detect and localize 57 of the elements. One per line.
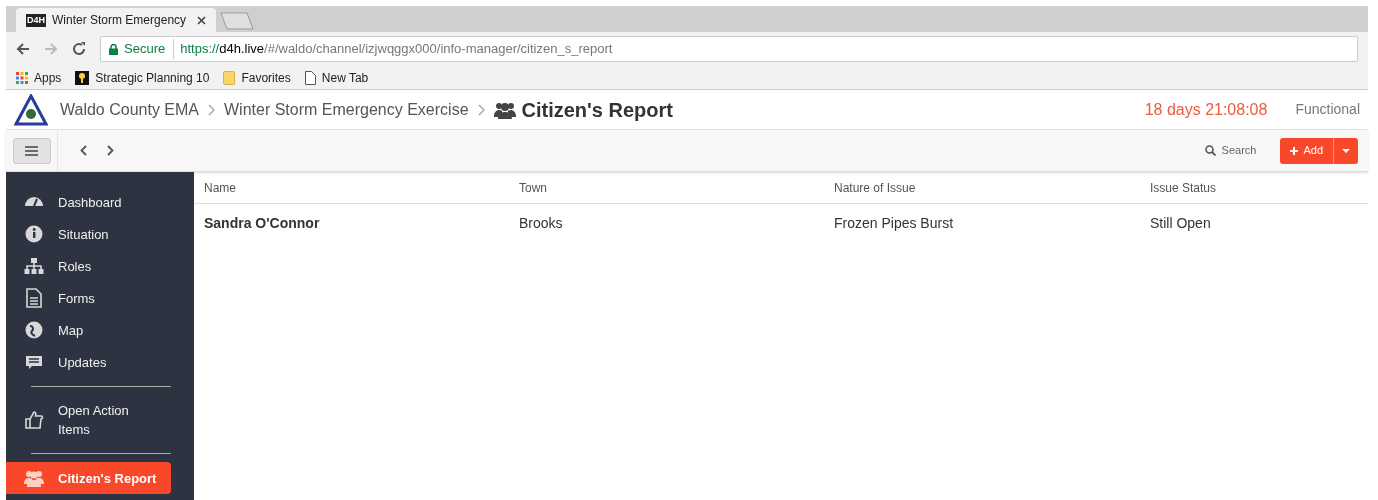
- sidebar-item[interactable]: Dashboard: [6, 186, 194, 218]
- column-header: Town: [519, 179, 548, 197]
- address-bar[interactable]: Secure https://d4h.live/#/waldo/channel/izjwqggx000/info-manager/citizen_s_report: [100, 36, 1358, 62]
- column-header: Issue Status: [1150, 179, 1218, 197]
- countdown-timer: 18 days 21:08:08: [1144, 99, 1268, 120]
- folder-icon: [223, 70, 236, 85]
- thumbs-up-icon: [24, 410, 44, 430]
- table-cell-text: Sandra O'Connor: [204, 213, 321, 233]
- add-button[interactable]: Add: [1280, 137, 1334, 164]
- menu-icon: [25, 145, 38, 156]
- users-icon: [493, 100, 516, 119]
- page-icon: [304, 70, 316, 85]
- sidebar-item[interactable]: Forms: [6, 282, 194, 314]
- users-icon: [24, 468, 44, 488]
- plus-icon: [1290, 146, 1299, 155]
- lock-icon: [109, 43, 118, 55]
- search-button[interactable]: Search: [1204, 142, 1257, 159]
- lightbulb-icon: [75, 70, 90, 85]
- bookmark-link[interactable]: Strategic Planning 10: [95, 68, 210, 87]
- sidebar-item[interactable]: Map: [6, 314, 194, 346]
- info-icon: [24, 224, 44, 244]
- bookmark-link[interactable]: New Tab: [321, 68, 369, 87]
- chevron-right-icon: [477, 103, 485, 116]
- breadcrumb-link[interactable]: Waldo County EMA: [60, 97, 199, 122]
- dropdown-button[interactable]: [1334, 137, 1358, 164]
- sitemap-icon: [24, 256, 44, 276]
- sidebar-item[interactable]: Updates: [6, 346, 194, 378]
- close-icon[interactable]: [197, 15, 206, 25]
- column-header: Name: [204, 179, 237, 197]
- table-cell-text: Brooks: [519, 213, 564, 233]
- sidebar-item[interactable]: Open Action Items: [6, 395, 194, 445]
- mode-label: Functional: [1295, 100, 1360, 119]
- search-icon: [1204, 145, 1216, 156]
- breadcrumb-link[interactable]: Winter Storm Emergency Exercise: [224, 97, 469, 122]
- sidebar-item[interactable]: Citizen's Report: [6, 462, 171, 494]
- sidebar-item[interactable]: Situation: [6, 218, 194, 250]
- chevron-right-icon: [208, 103, 215, 116]
- column-header: Nature of Issue: [834, 179, 917, 197]
- bookmark-link[interactable]: Favorites: [241, 68, 291, 87]
- caret-icon: [1342, 148, 1350, 153]
- menu-button[interactable]: [12, 137, 51, 164]
- page-title: Citizen's Report: [521, 97, 673, 123]
- apps-grid-icon: [16, 71, 28, 84]
- logo-icon: [14, 93, 48, 126]
- bookmark-link[interactable]: Apps: [34, 68, 62, 87]
- back-icon[interactable]: [16, 42, 30, 56]
- favicon: D4H: [26, 13, 46, 27]
- url-text: https://d4h.live/#/waldo/channel/izjwqggx000/info-manager/citizen_s_report: [180, 40, 613, 59]
- table-cell-text: Still Open: [1150, 213, 1212, 233]
- browser-tab[interactable]: D4H Winter Storm Emergency: [16, 8, 216, 32]
- security-label: Secure: [124, 39, 175, 59]
- chevron-left-icon[interactable]: [80, 145, 87, 156]
- document-icon: [24, 288, 44, 308]
- sidebar-item[interactable]: Roles: [6, 250, 194, 282]
- table-cell-text: Frozen Pipes Burst: [834, 213, 955, 233]
- chevron-right-icon[interactable]: [107, 145, 114, 156]
- reload-icon[interactable]: [72, 42, 86, 56]
